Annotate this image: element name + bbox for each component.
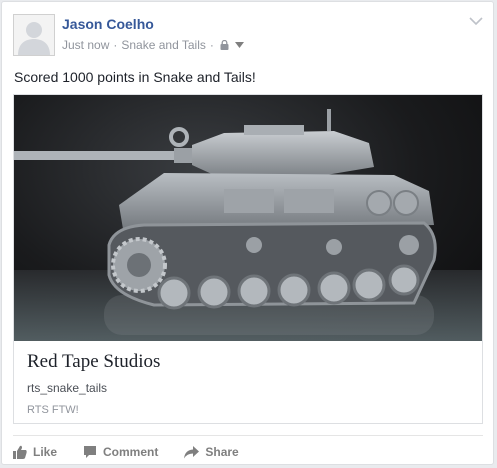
like-button[interactable]: Like (13, 445, 57, 459)
share-button[interactable]: Share (184, 445, 239, 459)
thumbs-up-icon (13, 445, 27, 459)
lock-icon[interactable] (220, 40, 229, 50)
chevron-down-icon[interactable] (469, 16, 483, 26)
avatar[interactable] (13, 14, 55, 56)
share-icon (184, 445, 200, 458)
meta-separator: · (113, 38, 118, 52)
audience-dropdown-icon[interactable] (234, 42, 244, 48)
share-label: Share (205, 445, 239, 459)
post-actions: Like Comment Share (13, 443, 265, 461)
feed-post: Jason Coelho Just now · Snake and Tails … (1, 1, 494, 465)
link-title[interactable]: Red Tape Studios (27, 351, 160, 373)
app-name[interactable]: Snake and Tails (121, 38, 206, 52)
comment-button[interactable]: Comment (83, 445, 158, 459)
tank-image[interactable] (14, 95, 482, 341)
like-label: Like (33, 445, 58, 459)
comment-label: Comment (103, 445, 159, 459)
meta-separator: · (209, 38, 214, 52)
link-attachment[interactable]: Red Tape Studios rts_snake_tails RTS FTW… (13, 94, 483, 424)
status-text: Scored 1000 points in Snake and Tails! (14, 69, 256, 85)
comment-icon (84, 446, 97, 458)
post-time[interactable]: Just now (62, 38, 109, 52)
tank-illustration (14, 109, 482, 341)
link-description: RTS FTW! (27, 404, 79, 416)
actions-divider (13, 435, 483, 436)
link-domain: rts_snake_tails (27, 381, 108, 395)
author-name[interactable]: Jason Coelho (62, 16, 154, 32)
default-avatar-icon (14, 15, 54, 55)
post-meta: Just now · Snake and Tails · (62, 38, 244, 52)
